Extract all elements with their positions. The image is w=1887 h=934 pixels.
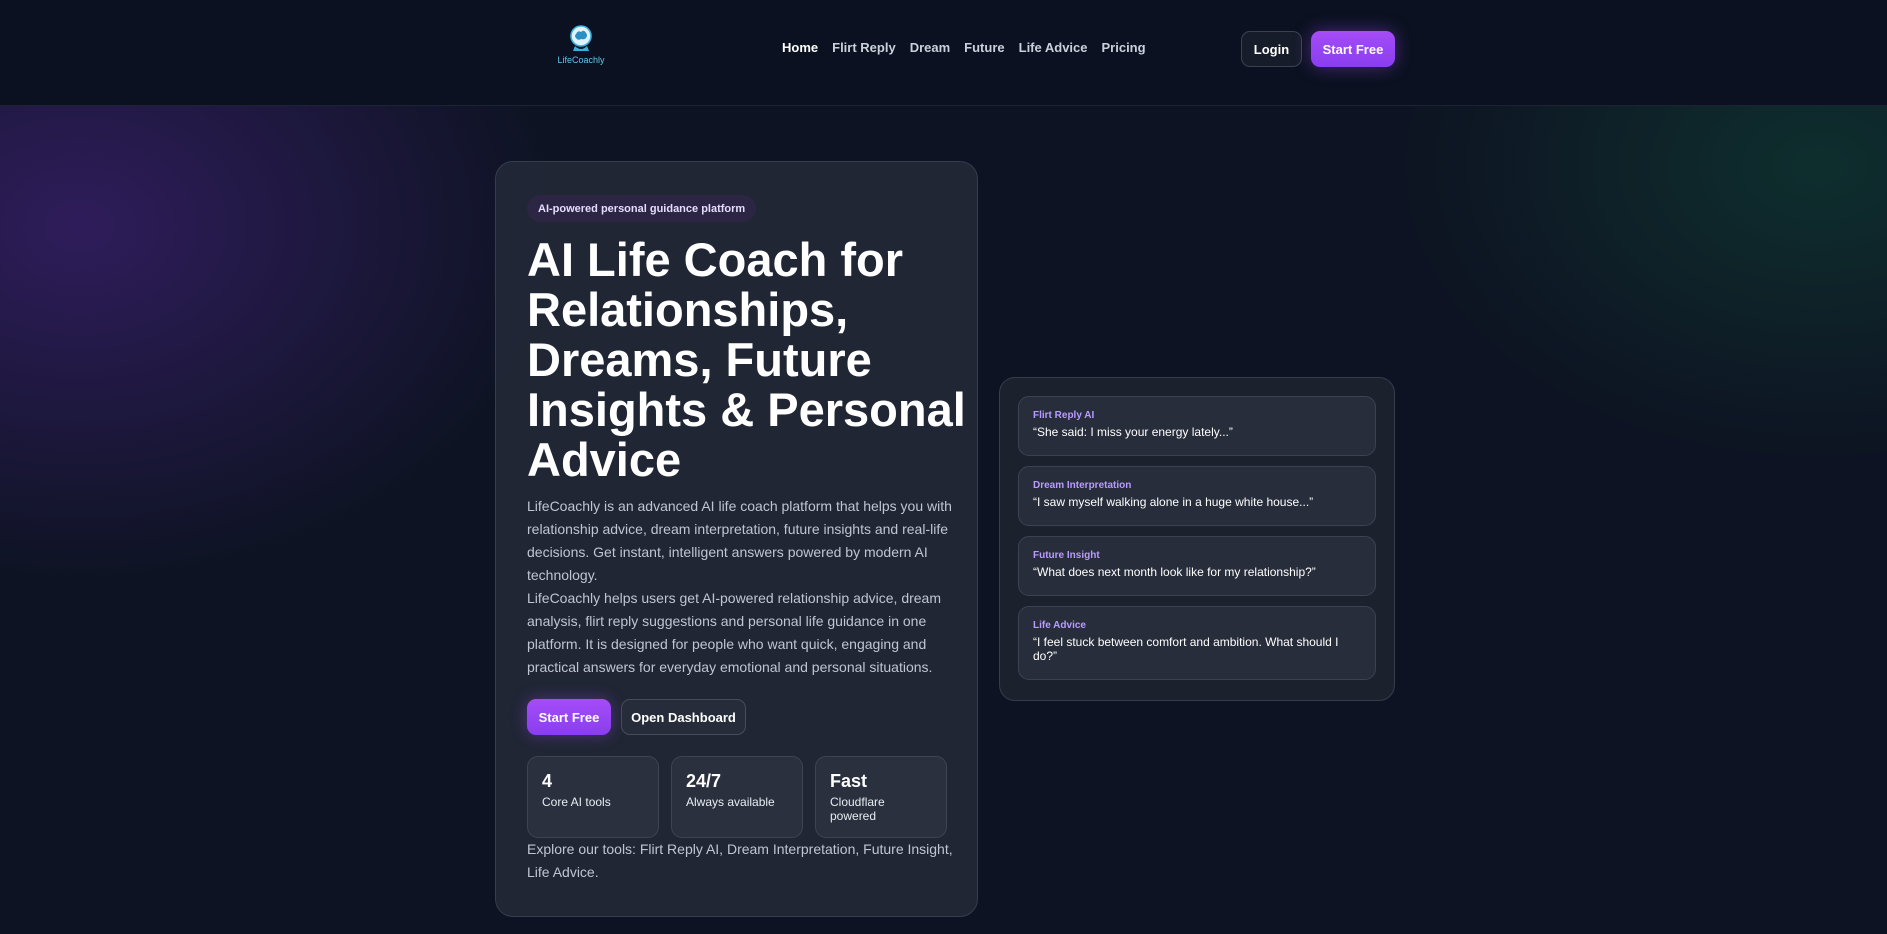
example-card-future[interactable]: Future Insight “What does next month loo… <box>1018 536 1376 596</box>
open-dashboard-button[interactable]: Open Dashboard <box>621 699 746 735</box>
brand-name: LifeCoachly <box>557 55 605 65</box>
example-card-text: “What does next month look like for my r… <box>1033 565 1316 579</box>
main-nav: Home Flirt Reply Dream Future Life Advic… <box>782 40 1146 55</box>
nav-item-life-advice[interactable]: Life Advice <box>1019 40 1088 55</box>
examples-panel: Flirt Reply AI “She said: I miss your en… <box>999 377 1395 701</box>
example-card-title: Life Advice <box>1033 620 1086 631</box>
example-card-title: Flirt Reply AI <box>1033 410 1095 421</box>
stat-value: 24/7 <box>686 771 722 791</box>
hero-title: AI Life Coach for Relationships, Dreams,… <box>527 233 966 486</box>
brain-head-icon <box>570 25 592 51</box>
example-card-dream[interactable]: Dream Interpretation “I saw myself walki… <box>1018 466 1376 526</box>
stat-value: Fast <box>830 771 868 791</box>
hero-start-free-button[interactable]: Start Free <box>527 699 611 735</box>
stats-row: 4 Core AI tools 24/7 Always available Fa… <box>527 756 947 838</box>
nav-item-future[interactable]: Future <box>964 40 1004 55</box>
stat-value: 4 <box>542 771 553 791</box>
example-card-text: “She said: I miss your energy lately...” <box>1033 425 1233 439</box>
hero-description-paragraph-1: LifeCoachly is an advanced AI life coach… <box>527 498 952 583</box>
brand-logo[interactable]: LifeCoachly <box>556 24 606 70</box>
example-card-text: “I saw myself walking alone in a huge wh… <box>1033 495 1314 509</box>
site-header: LifeCoachly Home Flirt Reply Dream Futur… <box>0 0 1887 106</box>
nav-item-home[interactable]: Home <box>782 40 818 55</box>
nav-item-flirt-reply[interactable]: Flirt Reply <box>832 40 896 55</box>
hero-description-paragraph-2: LifeCoachly helps users get AI-powered r… <box>527 590 942 675</box>
explore-tools-text: Explore our tools: Flirt Reply AI, Dream… <box>527 841 953 880</box>
stat-card: 4 Core AI tools <box>527 756 659 838</box>
header-start-free-button[interactable]: Start Free <box>1311 31 1395 67</box>
example-card-title: Future Insight <box>1033 550 1100 561</box>
example-card-text: “I feel stuck between comfort and ambiti… <box>1033 635 1339 663</box>
stat-label: Cloudflare powered <box>830 795 885 823</box>
hero-badge: AI-powered personal guidance platform <box>527 195 757 222</box>
stat-label: Core AI tools <box>542 795 611 809</box>
stat-card: 24/7 Always available <box>671 756 803 838</box>
hero-card: AI-powered personal guidance platform AI… <box>495 161 978 917</box>
stat-card: Fast Cloudflare powered <box>815 756 947 838</box>
hero-description: LifeCoachly is an advanced AI life coach… <box>527 495 957 679</box>
nav-item-pricing[interactable]: Pricing <box>1102 40 1146 55</box>
example-card-life-advice[interactable]: Life Advice “I feel stuck between comfor… <box>1018 606 1376 680</box>
stat-label: Always available <box>686 795 775 809</box>
login-button[interactable]: Login <box>1241 31 1302 67</box>
example-card-title: Dream Interpretation <box>1033 480 1132 491</box>
example-card-flirt-reply[interactable]: Flirt Reply AI “She said: I miss your en… <box>1018 396 1376 456</box>
nav-item-dream[interactable]: Dream <box>910 40 950 55</box>
